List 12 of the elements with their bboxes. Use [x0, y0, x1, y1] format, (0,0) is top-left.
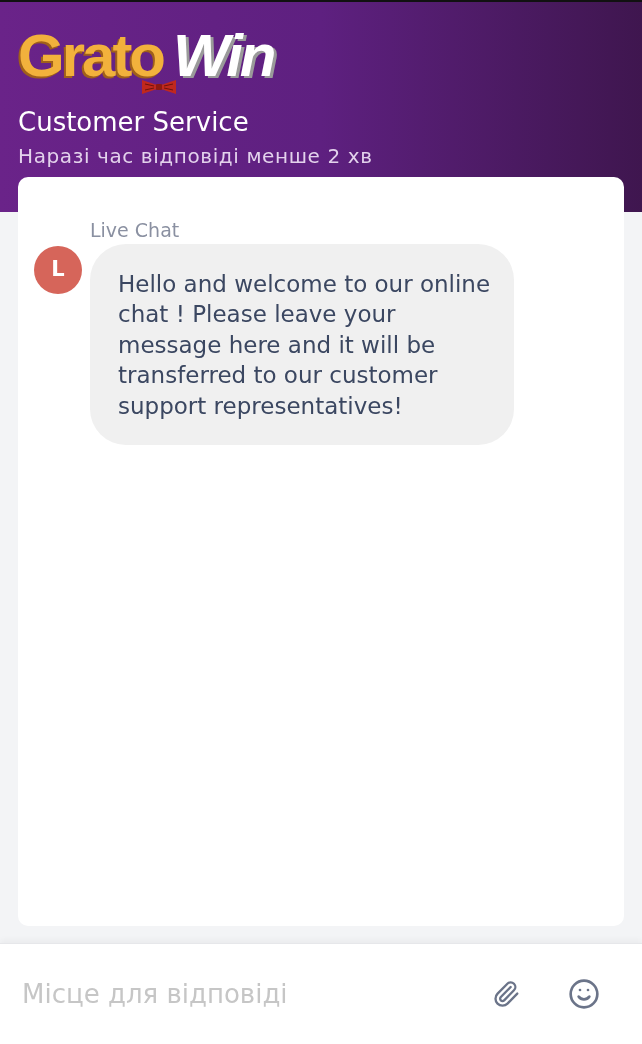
logo-second-word: Win	[173, 34, 274, 78]
bow-tie-icon	[142, 79, 176, 95]
paperclip-icon	[492, 980, 520, 1008]
avatar: L	[34, 246, 82, 294]
emoji-button[interactable]	[568, 978, 600, 1010]
header-title: Customer Service	[18, 106, 250, 138]
logo-first-word: Grato	[18, 34, 164, 78]
message-input[interactable]: Місце для відповіді	[22, 977, 444, 1011]
message-bubble: Hello and welcome to our online chat ! Please leave your message here and it will be transferred to our customer support representatives!	[90, 244, 514, 446]
smiley-icon	[568, 978, 600, 1010]
response-time-text: Наразі час відповіді менше 2 хв	[18, 143, 374, 169]
sender-name: Live Chat	[90, 218, 181, 242]
